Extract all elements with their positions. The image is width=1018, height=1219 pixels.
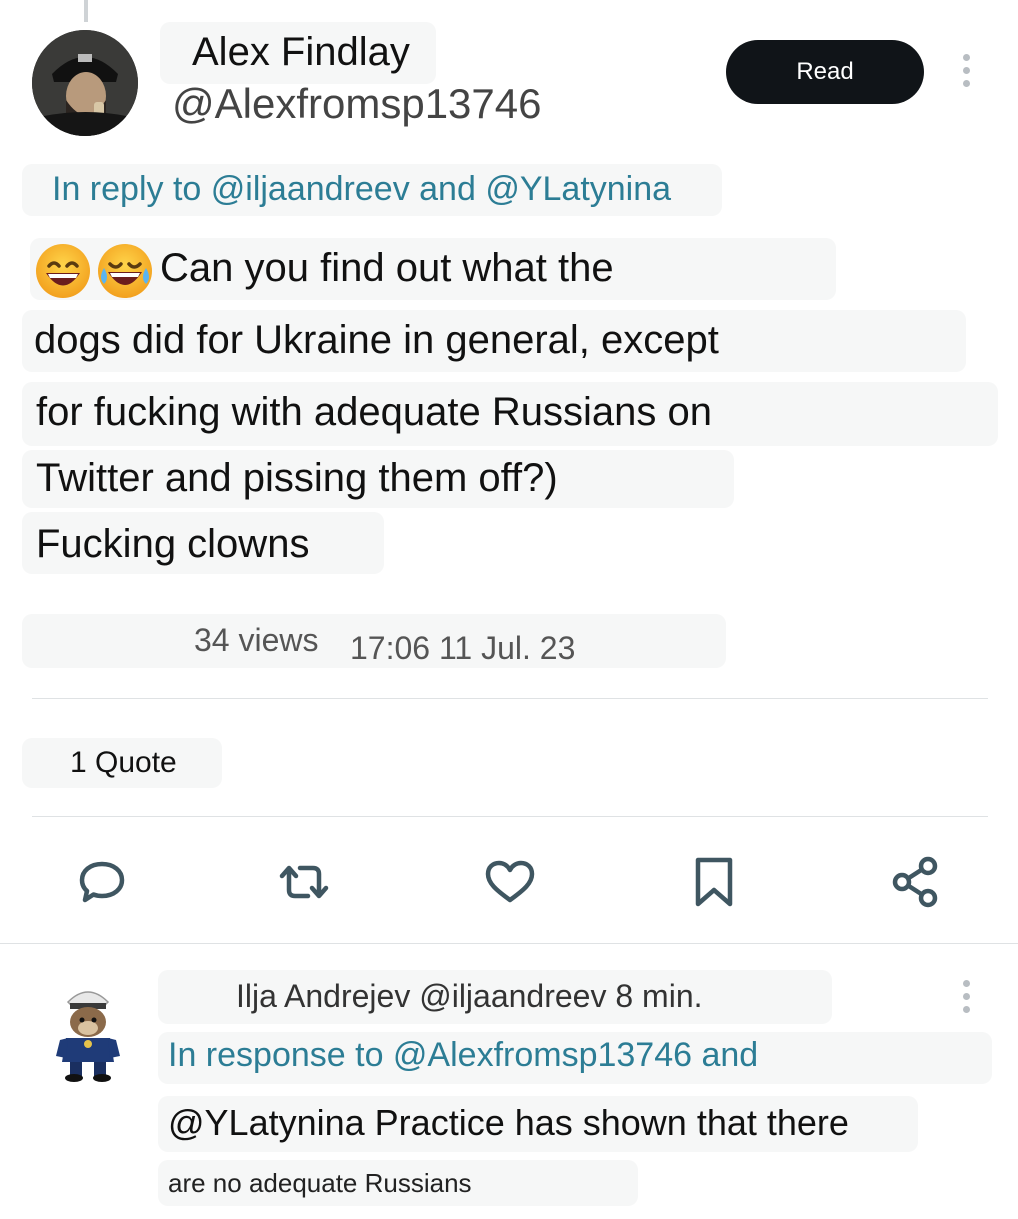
grinning-face-emoji-icon — [36, 244, 90, 298]
tweet-metadata: 17:06 11 Jul. 23 34 views — [22, 614, 726, 668]
retweet-icon — [279, 865, 329, 899]
author-avatar[interactable] — [32, 30, 138, 136]
tweet-text-line: Twitter and pissing them off?) — [22, 450, 734, 508]
bookmark-button[interactable] — [684, 852, 744, 912]
divider — [0, 943, 1018, 944]
like-button[interactable] — [480, 852, 540, 912]
comment-icon — [79, 861, 125, 903]
tweet-text-line: Fucking clowns — [22, 512, 384, 574]
thread-connector-line — [84, 0, 88, 22]
author-name-chip[interactable]: Alex Findlay — [160, 22, 436, 84]
reply-more-options-icon[interactable] — [956, 980, 976, 1013]
author-handle[interactable]: @Alexfromsp13746 — [172, 80, 542, 128]
tweet-text-line: dogs did for Ukraine in general, except — [22, 310, 966, 372]
tweet-text: Can you find out what the — [160, 246, 614, 290]
reply-author-and-time[interactable]: Ilja Andrejev @iljaandreev 8 min. — [236, 978, 703, 1015]
avatar-image — [56, 991, 120, 1082]
divider — [32, 698, 988, 699]
divider — [32, 816, 988, 817]
tweet-text-line: for fucking with adequate Russians on — [22, 382, 998, 446]
more-options-icon[interactable] — [956, 54, 976, 87]
author-name[interactable]: Alex Findlay — [192, 30, 410, 75]
tweet-text: Fucking clowns — [36, 522, 310, 566]
tweet-text: dogs did for Ukraine in general, except — [34, 318, 719, 362]
reply-to-line: In reply to @iljaandreev and @YLatynina — [22, 164, 722, 216]
reply-text-line: are no adequate Russians — [158, 1160, 638, 1206]
reply-text: @YLatynina Practice has shown that there — [168, 1102, 849, 1143]
tweet-timestamp[interactable]: 17:06 11 Jul. 23 — [350, 630, 575, 667]
share-icon — [892, 856, 938, 908]
tweet-text: Twitter and pissing them off?) — [36, 456, 558, 500]
read-button[interactable]: Read — [726, 40, 924, 104]
bookmark-icon — [695, 857, 733, 907]
heart-icon — [485, 860, 535, 903]
reply-text-line: @YLatynina Practice has shown that there — [158, 1096, 918, 1152]
reply-header[interactable]: Ilja Andrejev @iljaandreev 8 min. — [158, 970, 832, 1024]
tweet-views: 34 views — [194, 622, 319, 658]
tweet-text: for fucking with adequate Russians on — [36, 390, 712, 434]
quotes-count[interactable]: 1 Quote — [70, 746, 177, 780]
reply-button[interactable] — [72, 852, 132, 912]
tweet-text-line: Can you find out what the — [30, 238, 836, 300]
avatar-image — [32, 30, 138, 136]
reply-in-response-to-text[interactable]: In response to @Alexfromsp13746 and — [168, 1036, 758, 1075]
share-button[interactable] — [886, 852, 946, 912]
retweet-button[interactable] — [274, 852, 334, 912]
reply-author-avatar[interactable] — [46, 978, 130, 1082]
emoji-group — [34, 242, 154, 300]
tears-of-joy-emoji-icon — [98, 244, 152, 298]
reply-in-response-to: In response to @Alexfromsp13746 and — [158, 1032, 992, 1084]
quotes-count-button[interactable]: 1 Quote — [22, 738, 222, 788]
reply-text: are no adequate Russians — [168, 1168, 472, 1198]
reply-to-text[interactable]: In reply to @iljaandreev and @YLatynina — [52, 170, 671, 209]
